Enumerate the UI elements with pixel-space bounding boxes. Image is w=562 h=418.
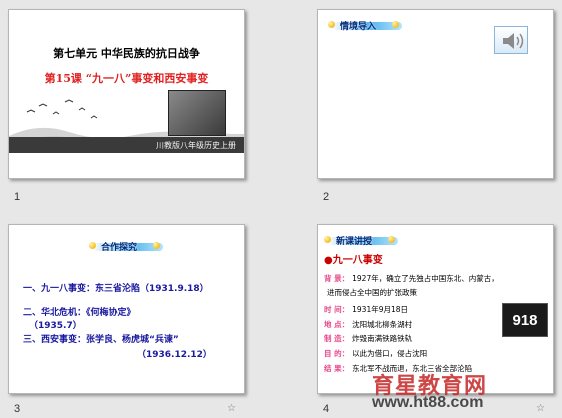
row-key: 时 间： [324, 305, 350, 314]
info-row: 目 的： 以此为借口，侵占沈阳 [324, 348, 427, 359]
list-item: （1935.7） [29, 321, 82, 331]
star-icon: ☆ [227, 403, 236, 414]
section-heading: ●九一八事变 [324, 255, 383, 266]
info-row: 进而侵占全中国的扩张政策 [324, 287, 417, 298]
speaker-icon[interactable] [494, 26, 528, 54]
banner-label: 合作探究 [101, 243, 138, 253]
section-banner: 新课讲授 [322, 233, 412, 249]
banner-label: 新课讲授 [336, 237, 373, 247]
list-item: 二、华北危机：《何梅协定》 [23, 308, 136, 318]
row-key: 背 景： [324, 274, 350, 283]
info-row: 地 点： 沈阳城北柳条湖村 [324, 319, 412, 330]
list-item: （1936.12.12） [137, 350, 212, 360]
watermark-url: www.ht88.com [372, 394, 484, 411]
row-key: 目 的： [324, 349, 350, 358]
section-banner: 合作探究 [87, 239, 177, 255]
textbook-label: 川教版八年级历史上册 [156, 141, 236, 150]
slide-number-1: 1 [14, 191, 21, 203]
star-icon: ☆ [536, 403, 545, 414]
row-value: 炸毁南满铁路铁轨 [352, 334, 413, 343]
slide-number-4: 4 [323, 403, 330, 415]
section-banner: 情境导入 [326, 18, 416, 34]
row-value: 1931年9月18日 [352, 305, 409, 314]
slide-thumbnail-2[interactable]: 情境导入 [317, 9, 554, 179]
row-value: 以此为借口，侵占沈阳 [352, 349, 428, 358]
slide-number-2: 2 [323, 191, 330, 203]
slide-thumbnail-3[interactable]: 合作探究 一、九一八事变：东三省沦陷（1931.9.18） 二、华北危机：《何梅… [8, 224, 245, 394]
row-key: 制 造： [324, 334, 350, 343]
banner-label: 情境导入 [340, 22, 377, 32]
lesson-title: 第15课 “九一八”事变和西安事变 [44, 72, 209, 85]
info-row: 时 间： 1931年9月18日 [324, 304, 408, 315]
row-value: 进而侵占全中国的扩张政策 [327, 288, 417, 297]
info-row: 制 造： 炸毁南满铁路铁轨 [324, 333, 412, 344]
row-key: 地 点： [324, 320, 350, 329]
row-value: 沈阳城北柳条湖村 [352, 320, 413, 329]
historical-photo [168, 90, 226, 136]
slide-number-3: 3 [14, 403, 21, 415]
row-value: 1927年，确立了先独占中国东北、内蒙古， [352, 274, 499, 283]
918-badge-image: 918 [502, 303, 548, 337]
list-item: 一、九一八事变：东三省沦陷（1931.9.18） [23, 284, 209, 294]
slide-thumbnail-1[interactable]: 第七单元 中华民族的抗日战争 第15课 “九一八”事变和西安事变 川教版八年级历… [8, 9, 245, 179]
list-item: 三、西安事变：张学良、杨虎城“兵谏” [23, 335, 179, 345]
info-row: 背 景： 1927年，确立了先独占中国东北、内蒙古， [324, 273, 499, 284]
unit-title: 第七单元 中华民族的抗日战争 [53, 47, 200, 60]
row-key: 结 果： [324, 364, 350, 373]
